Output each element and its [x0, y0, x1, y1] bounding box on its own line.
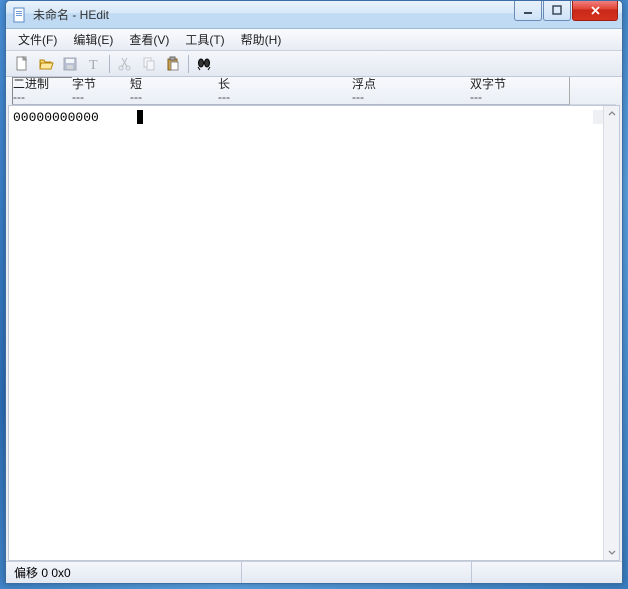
- status-bar: 偏移 0 0x0: [6, 561, 622, 583]
- text-cursor: [137, 110, 143, 124]
- vertical-scrollbar[interactable]: [603, 106, 619, 560]
- status-offset: 偏移 0 0x0: [6, 562, 242, 583]
- menu-edit[interactable]: 编辑(E): [65, 29, 121, 50]
- app-icon: [12, 7, 28, 23]
- status-last: [472, 562, 622, 583]
- header-spacer: [570, 77, 616, 105]
- col-byte-label: 字节: [72, 78, 130, 91]
- title-bar[interactable]: 未命名 - HEdit: [6, 1, 622, 29]
- col-long-label: 长: [218, 78, 352, 91]
- menu-view[interactable]: 查看(V): [121, 29, 177, 50]
- open-button[interactable]: [35, 53, 57, 75]
- app-window: 未命名 - HEdit 文件(F) 编辑(E) 查看(V) 工具(T) 帮助(H…: [5, 0, 623, 584]
- col-dbyte: 双字节 ---: [470, 77, 570, 105]
- new-file-icon: [14, 56, 30, 72]
- find-icon: [196, 56, 212, 72]
- status-mid: [242, 562, 472, 583]
- find-button[interactable]: [193, 53, 215, 75]
- svg-text:T: T: [89, 58, 98, 72]
- content-area: 00000000000: [8, 105, 620, 561]
- save-icon: [62, 56, 78, 72]
- scroll-down-button[interactable]: [604, 544, 620, 560]
- col-float-value: ---: [352, 91, 470, 104]
- col-long: 长 ---: [218, 77, 352, 105]
- data-header-row: 二进制 --- 字节 --- 短 --- 长 --- 浮点 --- 双字节 --…: [6, 77, 622, 105]
- menu-bar: 文件(F) 编辑(E) 查看(V) 工具(T) 帮助(H): [6, 29, 622, 51]
- col-dbyte-value: ---: [470, 91, 569, 104]
- cut-button[interactable]: [114, 53, 136, 75]
- paste-icon: [165, 56, 181, 72]
- menu-tools[interactable]: 工具(T): [177, 29, 232, 50]
- scroll-up-button[interactable]: [604, 106, 620, 122]
- offset-text: 00000000000: [13, 110, 99, 125]
- text-button[interactable]: T: [83, 53, 105, 75]
- toolbar: T: [6, 51, 622, 77]
- menu-file[interactable]: 文件(F): [10, 29, 65, 50]
- copy-button[interactable]: [138, 53, 160, 75]
- toolbar-separator: [109, 55, 110, 73]
- maximize-button[interactable]: [543, 1, 571, 21]
- col-long-value: ---: [218, 91, 352, 104]
- col-short-label: 短: [130, 78, 218, 91]
- col-short: 短 ---: [130, 77, 218, 105]
- minimize-button[interactable]: [514, 1, 542, 21]
- close-button[interactable]: [572, 1, 618, 21]
- col-dbyte-label: 双字节: [470, 78, 569, 91]
- chevron-down-icon: [608, 548, 616, 556]
- col-float: 浮点 ---: [352, 77, 470, 105]
- hex-editor[interactable]: 00000000000: [9, 106, 603, 560]
- new-button[interactable]: [11, 53, 33, 75]
- chevron-up-icon: [608, 110, 616, 118]
- paste-button[interactable]: [162, 53, 184, 75]
- ascii-gutter: [593, 110, 603, 124]
- col-binary: 二进制 ---: [12, 77, 72, 105]
- col-byte-value: ---: [72, 91, 130, 104]
- toolbar-separator: [188, 55, 189, 73]
- col-float-label: 浮点: [352, 78, 470, 91]
- col-binary-value: ---: [13, 91, 72, 104]
- col-short-value: ---: [130, 91, 218, 104]
- menu-help[interactable]: 帮助(H): [233, 29, 290, 50]
- open-folder-icon: [38, 56, 54, 72]
- copy-icon: [141, 56, 157, 72]
- window-title: 未命名 - HEdit: [33, 6, 513, 23]
- col-byte: 字节 ---: [72, 77, 130, 105]
- save-button[interactable]: [59, 53, 81, 75]
- text-icon: T: [86, 56, 102, 72]
- cut-icon: [117, 56, 133, 72]
